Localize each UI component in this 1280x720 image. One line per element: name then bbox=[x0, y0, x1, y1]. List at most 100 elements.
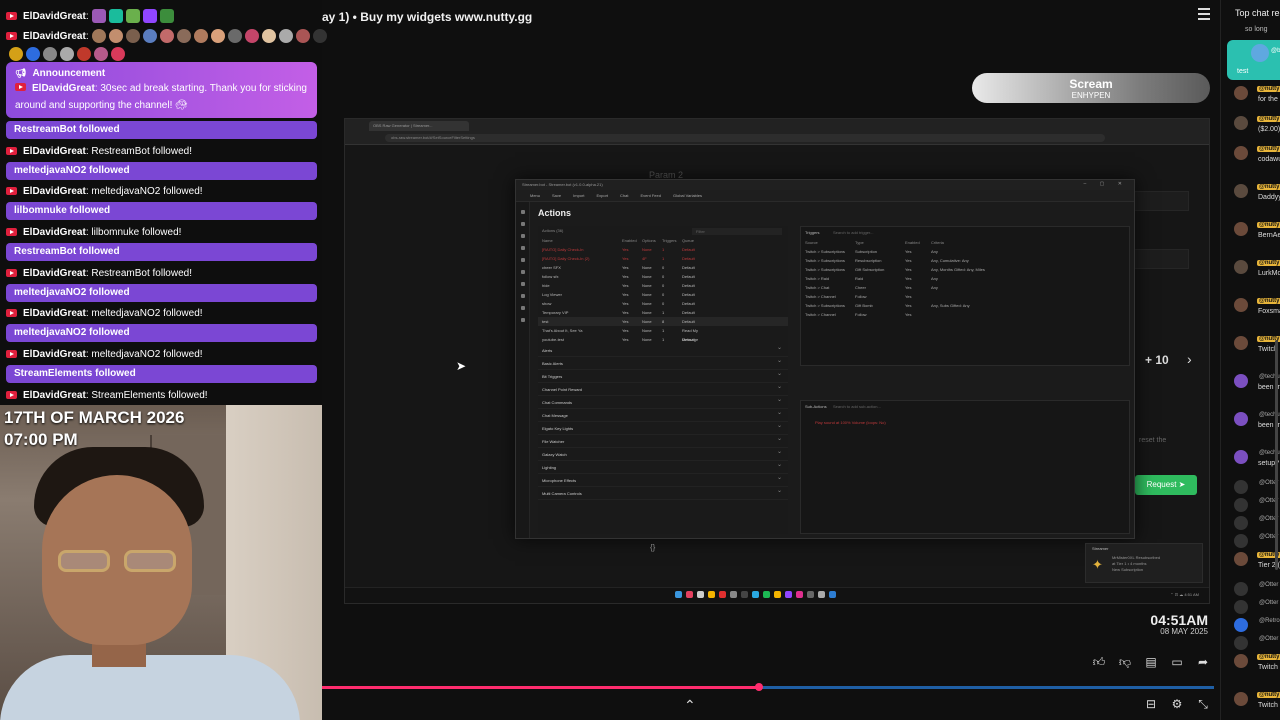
share-icon[interactable]: ➦ bbox=[1196, 655, 1210, 669]
notification-toast[interactable]: Streamer ✦ MrMister0XL Resubscribed at T… bbox=[1085, 543, 1203, 583]
app-icon[interactable] bbox=[785, 591, 792, 598]
menu-item[interactable]: Menu bbox=[530, 193, 540, 198]
trigger-row[interactable]: Twitch > Channel Follow Yes bbox=[801, 310, 1129, 319]
progress-scrubber[interactable] bbox=[755, 683, 763, 691]
app-icon[interactable] bbox=[686, 591, 693, 598]
nav-icon[interactable] bbox=[520, 318, 525, 322]
thumbs-up-icon[interactable]: 👍︎ bbox=[1092, 655, 1106, 669]
nav-icon[interactable] bbox=[520, 246, 525, 250]
thumbs-down-icon[interactable]: 👎︎ bbox=[1118, 655, 1132, 669]
chevron-up-icon[interactable]: ⌃ bbox=[684, 697, 696, 714]
action-row[interactable]: Temporary VIP Yes None 1 Default bbox=[538, 308, 788, 317]
nav-icon[interactable] bbox=[520, 294, 525, 298]
menu-item[interactable]: Global Variables bbox=[673, 193, 702, 198]
column-header[interactable]: Queue bbox=[682, 238, 702, 243]
menu-item[interactable]: Import bbox=[573, 193, 584, 198]
app-icon[interactable] bbox=[829, 591, 836, 598]
trigger-row[interactable]: Twitch > Raid Raid Yes Any bbox=[801, 274, 1129, 283]
column-header[interactable]: Options bbox=[642, 238, 662, 243]
nav-icon[interactable] bbox=[520, 222, 525, 226]
action-group[interactable]: Alerts bbox=[538, 342, 788, 357]
scrollbar[interactable] bbox=[1275, 340, 1278, 570]
subaction-item[interactable]: Play sound at 100% Volume (loops: No) bbox=[801, 418, 1129, 427]
column-header[interactable]: Name bbox=[542, 238, 622, 243]
chevron-right-icon[interactable]: › bbox=[1187, 351, 1192, 367]
nav-icon[interactable] bbox=[520, 258, 525, 262]
app-icon[interactable] bbox=[730, 591, 737, 598]
action-group[interactable]: Elgato Key Lights bbox=[538, 420, 788, 435]
collapse-icon[interactable]: ⤡ bbox=[1196, 697, 1210, 711]
app-icon[interactable] bbox=[807, 591, 814, 598]
action-row[interactable]: hide Yes None 0 Default bbox=[538, 281, 788, 290]
action-group[interactable]: Bit Triggers bbox=[538, 368, 788, 383]
action-cell: Default bbox=[682, 310, 695, 315]
column-header[interactable]: Type bbox=[855, 238, 905, 247]
action-row[interactable]: follow sfx Yes None 0 Default bbox=[538, 272, 788, 281]
action-row[interactable]: youtube-test Yes None 1 Default bbox=[538, 335, 788, 344]
action-group[interactable]: Basic Alerts bbox=[538, 355, 788, 370]
action-group[interactable]: Chat Message bbox=[538, 407, 788, 422]
column-header[interactable]: Source bbox=[805, 238, 855, 247]
app-icon[interactable] bbox=[774, 591, 781, 598]
trigger-row[interactable]: Twitch > Subscriptions Resubscription Yes A… bbox=[801, 256, 1129, 265]
window-controls[interactable]: – ▢ ✕ bbox=[1084, 181, 1128, 187]
app-icon[interactable] bbox=[741, 591, 748, 598]
emote-icon bbox=[210, 29, 225, 43]
start-icon[interactable] bbox=[675, 591, 682, 598]
trigger-row[interactable]: Twitch > Subscriptions Gift Bomb Yes Any, S… bbox=[801, 301, 1129, 310]
trigger-row[interactable]: Twitch > Channel Follow Yes bbox=[801, 292, 1129, 301]
trigger-row[interactable]: Twitch > Chat Cheer Yes Any bbox=[801, 283, 1129, 292]
app-icon[interactable] bbox=[697, 591, 704, 598]
trigger-search-input[interactable]: Search to add trigger... bbox=[831, 229, 1111, 236]
action-group[interactable]: Channel Point Reward bbox=[538, 381, 788, 396]
action-row[interactable]: show Yes None 0 Default bbox=[538, 299, 788, 308]
super-chat-card[interactable]: @b test bbox=[1227, 40, 1280, 80]
action-cell: Default bbox=[682, 292, 695, 297]
menu-item[interactable]: Save bbox=[552, 193, 561, 198]
action-row[interactable]: Log Viewer Yes None 0 Default bbox=[538, 290, 788, 299]
app-icon[interactable] bbox=[752, 591, 759, 598]
request-button[interactable]: Request ➤ bbox=[1135, 475, 1197, 495]
trigger-row[interactable]: Twitch > Subscriptions Subscription Yes Any bbox=[801, 247, 1129, 256]
nav-icon[interactable] bbox=[520, 282, 525, 286]
comment-icon[interactable]: ▤ bbox=[1144, 655, 1158, 669]
action-group[interactable]: Multi Camera Controls bbox=[538, 485, 788, 500]
app-icon[interactable] bbox=[796, 591, 803, 598]
progress-bar[interactable] bbox=[322, 683, 1214, 691]
trigger-row[interactable]: Twitch > Subscriptions Gift Subscription Y… bbox=[801, 265, 1129, 274]
nav-icon[interactable] bbox=[520, 210, 525, 214]
action-group[interactable]: Lighting bbox=[538, 459, 788, 474]
menu-item[interactable]: Export bbox=[596, 193, 608, 198]
menu-icon[interactable] bbox=[1198, 8, 1210, 20]
column-header[interactable]: Criteria bbox=[931, 238, 1125, 247]
action-group[interactable]: Microphone Effects bbox=[538, 472, 788, 487]
chat-icon[interactable]: ▭ bbox=[1170, 655, 1184, 669]
menu-item[interactable]: Event Feed bbox=[641, 193, 661, 198]
chat-filter-label[interactable]: Top chat re bbox=[1235, 8, 1280, 18]
avatar bbox=[1234, 184, 1248, 198]
column-header[interactable]: Enabled bbox=[622, 238, 642, 243]
column-header[interactable]: Triggers bbox=[662, 238, 682, 243]
settings-icon[interactable]: ⚙ bbox=[1170, 697, 1184, 711]
spotify-icon[interactable] bbox=[763, 591, 770, 598]
filter-input[interactable]: Filter bbox=[692, 228, 782, 235]
action-row[interactable]: test Yes None 8 Default bbox=[538, 317, 788, 326]
action-group[interactable]: File Watcher bbox=[538, 433, 788, 448]
action-row[interactable]: [RAITO] Daily Check-In (2) Yes 4F 1 Default bbox=[538, 254, 788, 263]
action-row[interactable]: That's About It, See Ya Yes None 1 Read My M… bbox=[538, 326, 788, 342]
action-row[interactable]: [RAITO] Daily Check-In Yes None 1 Default bbox=[538, 245, 788, 254]
video-player[interactable]: ay 1) • Buy my widgets www.nutty.gg Scre… bbox=[322, 0, 1220, 720]
menu-item[interactable]: Chat bbox=[620, 193, 628, 198]
action-group[interactable]: Galaxy Watch bbox=[538, 446, 788, 461]
captions-icon[interactable]: ⊟ bbox=[1144, 697, 1158, 711]
app-icon[interactable] bbox=[818, 591, 825, 598]
action-row[interactable]: cheer SFX Yes None 0 Default bbox=[538, 263, 788, 272]
subaction-search-input[interactable]: Search to add sub-action... bbox=[831, 403, 1111, 410]
column-header[interactable]: Enabled bbox=[905, 238, 931, 247]
app-icon[interactable] bbox=[719, 591, 726, 598]
nav-icon[interactable] bbox=[520, 270, 525, 274]
action-group[interactable]: Chat Commands bbox=[538, 394, 788, 409]
app-icon[interactable] bbox=[708, 591, 715, 598]
nav-icon[interactable] bbox=[520, 306, 525, 310]
nav-icon[interactable] bbox=[520, 234, 525, 238]
